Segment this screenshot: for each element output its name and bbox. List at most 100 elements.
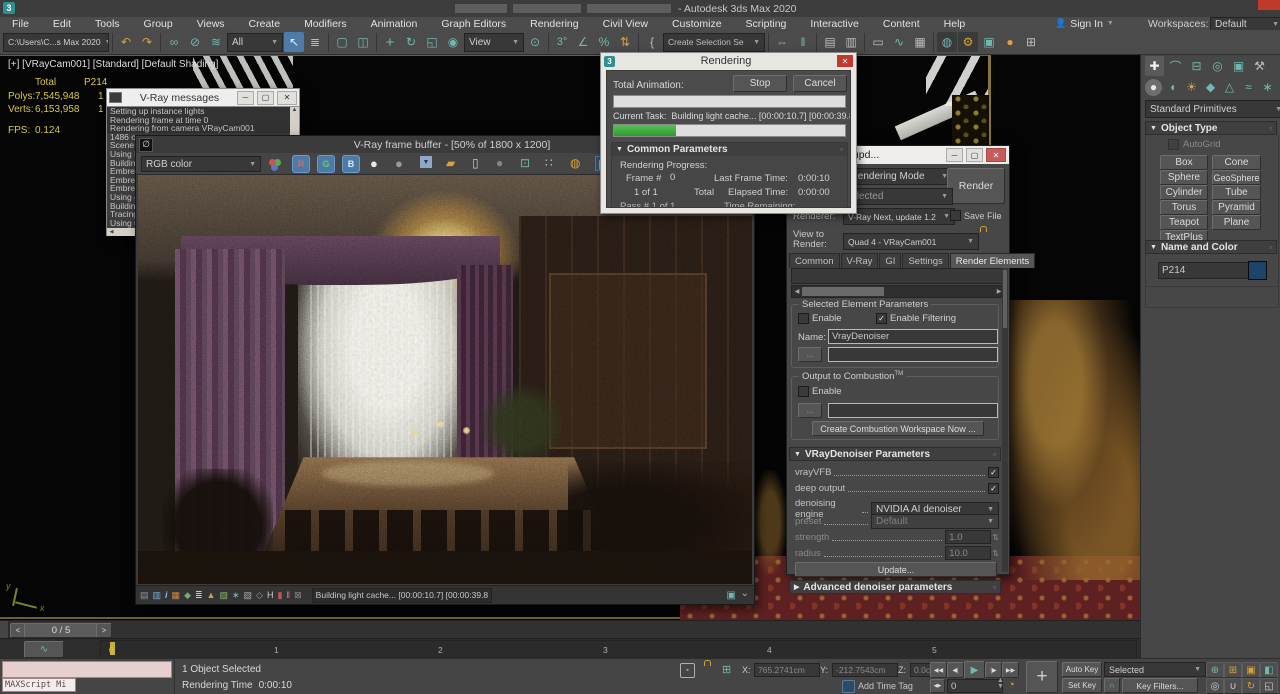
scroll-up-icon[interactable]: ▲ [290, 107, 299, 113]
geometry-icon[interactable]: ● [1145, 79, 1162, 96]
monochrome-icon[interactable]: ● [370, 156, 378, 171]
render-button[interactable]: Render [947, 168, 1005, 204]
named-selection-set-dropdown[interactable]: Create Selection Se▼ [663, 33, 765, 52]
project-folder-dropdown[interactable]: C:\Users\C...s Max 2020▼ [3, 33, 109, 52]
maxscript-listener-input[interactable]: MAXScript Mi [2, 678, 76, 692]
menu-modifiers[interactable]: Modifiers [292, 18, 359, 30]
minimize-icon[interactable]: ─ [946, 148, 963, 162]
maximize-viewport-icon[interactable]: ◱ [1260, 678, 1278, 694]
tab-motion-icon[interactable]: ◎ [1208, 56, 1227, 76]
render-elements-list[interactable] [791, 268, 1003, 284]
next-key-button[interactable]: |▶ [985, 662, 1002, 678]
tab-settings[interactable]: Settings [902, 253, 948, 268]
primitive-sphere-button[interactable]: Sphere [1160, 170, 1208, 185]
menu-tools[interactable]: Tools [83, 18, 132, 30]
align-icon[interactable]: ‖ [793, 32, 813, 52]
fb-lut-icon[interactable]: ◇ [256, 590, 263, 601]
blue-channel-button[interactable]: B [342, 155, 360, 173]
checkbox-checked[interactable]: ✓ [988, 483, 999, 494]
fb-expand-icon[interactable]: ⌄ [741, 588, 749, 599]
menu-interactive[interactable]: Interactive [798, 18, 870, 30]
radius-field[interactable]: 10.0 [945, 546, 991, 560]
fb-hsl-icon[interactable]: ▧ [244, 590, 253, 601]
edit-named-selection-icon[interactable]: { [642, 32, 662, 52]
channel-dropdown[interactable]: RGB color▼ [141, 156, 261, 172]
fb-ocio-icon[interactable]: H [267, 590, 274, 600]
minimize-icon[interactable]: ─ [237, 91, 254, 105]
combustion-enable-checkbox[interactable]: Enable [798, 386, 842, 397]
maxscript-mini-listener[interactable] [2, 661, 172, 678]
zoom-extents-icon[interactable]: ▣ [1242, 662, 1260, 678]
primitive-geosphere-button[interactable]: GeoSphere [1212, 170, 1261, 185]
fb-save-all-icon[interactable]: ▤ [140, 590, 149, 601]
spinner-snap-icon[interactable]: ⇅ [615, 32, 635, 52]
layer-explorer-icon[interactable]: ▥ [841, 32, 861, 52]
selection-set-keying-dropdown[interactable]: Selected▼ [1104, 662, 1206, 677]
current-frame-field[interactable]: 0 [947, 679, 1003, 693]
time-configuration-icon[interactable]: ◔ [1008, 679, 1015, 691]
primitives-category-dropdown[interactable]: Standard Primitives▼ [1145, 100, 1280, 118]
snaps-toggle-icon[interactable]: 3° [552, 32, 572, 52]
pan-icon[interactable]: ∪ [1224, 678, 1242, 694]
key-mode-icon[interactable]: ∩ [1104, 678, 1120, 693]
set-key-button[interactable]: Set Key [1062, 678, 1102, 693]
cameras-icon[interactable]: ◆ [1202, 77, 1219, 97]
rendered-image[interactable] [138, 175, 752, 584]
select-and-rotate-icon[interactable]: ↻ [401, 32, 421, 52]
scroll-left-icon[interactable]: ◀ [107, 229, 116, 235]
close-icon[interactable]: ✕ [277, 91, 297, 105]
browse-button[interactable]: ... [798, 347, 822, 362]
scene-explorer-icon[interactable]: ▤ [820, 32, 840, 52]
duplicate-to-host-icon[interactable]: ⊡ [520, 156, 530, 170]
maximize-icon[interactable]: ▢ [257, 91, 274, 105]
primitive-pyramid-button[interactable]: Pyramid [1212, 200, 1261, 215]
scene-undo-icon[interactable]: ↶ [116, 32, 136, 52]
scene-redo-icon[interactable]: ↷ [137, 32, 157, 52]
signin-button[interactable]: 👤Sign In▼ [1055, 17, 1114, 30]
key-step-toggle[interactable]: ◀▶ [930, 679, 945, 693]
fb-icc-icon[interactable]: ‖ [286, 590, 290, 600]
transform-gizmo-icon[interactable]: ⊞ [722, 663, 731, 676]
isolate-selection-icon[interactable]: ▪ [680, 663, 695, 678]
fb-levels-icon[interactable]: ≣ [195, 590, 203, 601]
reference-coordinate-dropdown[interactable]: View▼ [464, 33, 524, 52]
vraydenoiser-rollout-header[interactable]: ▼VRayDenoiser Parameters▫ [789, 447, 1001, 461]
close-icon[interactable]: ✕ [837, 55, 853, 67]
elements-h-scrollbar[interactable]: ◀ ▶ [791, 285, 1005, 298]
close-icon[interactable]: ✕ [986, 148, 1006, 162]
primitive-torus-button[interactable]: Torus [1160, 200, 1208, 215]
checkbox-checked[interactable]: ✓ [876, 313, 887, 324]
render-setup-icon[interactable]: ⚙ [958, 32, 978, 52]
space-warps-icon[interactable]: ≈ [1240, 77, 1257, 97]
scrollbar-thumb[interactable] [1003, 270, 1007, 328]
go-to-end-button[interactable]: ▶▶ [1002, 662, 1019, 678]
selection-filter-dropdown[interactable]: All▼ [227, 33, 283, 52]
window-crossing-icon[interactable]: ◫ [353, 32, 373, 52]
output-path-input[interactable] [828, 347, 998, 362]
menu-help[interactable]: Help [932, 18, 978, 30]
orbit-icon[interactable]: ↻ [1242, 678, 1260, 694]
renderer-dropdown[interactable]: V-Ray Next, update 1.2▼ [843, 208, 955, 225]
track-bar-ruler[interactable]: 0 1 2 3 4 5 [100, 640, 1137, 659]
primitive-tube-button[interactable]: Tube [1212, 185, 1261, 200]
angle-snap-icon[interactable]: ∠ [573, 32, 593, 52]
use-pivot-point-icon[interactable]: ⊙ [525, 32, 545, 52]
mirror-icon[interactable]: ⇔ [772, 32, 792, 52]
menu-rendering[interactable]: Rendering [518, 18, 590, 30]
spinner-icon[interactable]: ⇅ [992, 533, 999, 542]
previous-key-button[interactable]: ◀| [947, 662, 964, 678]
object-type-rollout-header[interactable]: ▼Object Type▫ [1145, 121, 1277, 135]
unlink-selection-icon[interactable]: ⊘ [185, 32, 205, 52]
curve-editor-icon[interactable]: ∿ [889, 32, 909, 52]
checkbox[interactable] [798, 313, 809, 324]
spinner-icon[interactable]: ⇅ [992, 549, 999, 558]
red-channel-button[interactable]: R [292, 155, 310, 173]
select-object-icon[interactable]: ↖ [284, 32, 304, 52]
vray-messages-titlebar[interactable]: V-Ray messages ─ ▢ ✕ [107, 89, 299, 106]
primitive-plane-button[interactable]: Plane [1212, 215, 1261, 230]
tab-vray[interactable]: V-Ray [841, 253, 879, 268]
tab-common[interactable]: Common [789, 253, 840, 268]
menu-views[interactable]: Views [185, 18, 237, 30]
combustion-path-input[interactable] [828, 403, 998, 418]
zoom-all-icon[interactable]: ⊞ [1224, 662, 1242, 678]
